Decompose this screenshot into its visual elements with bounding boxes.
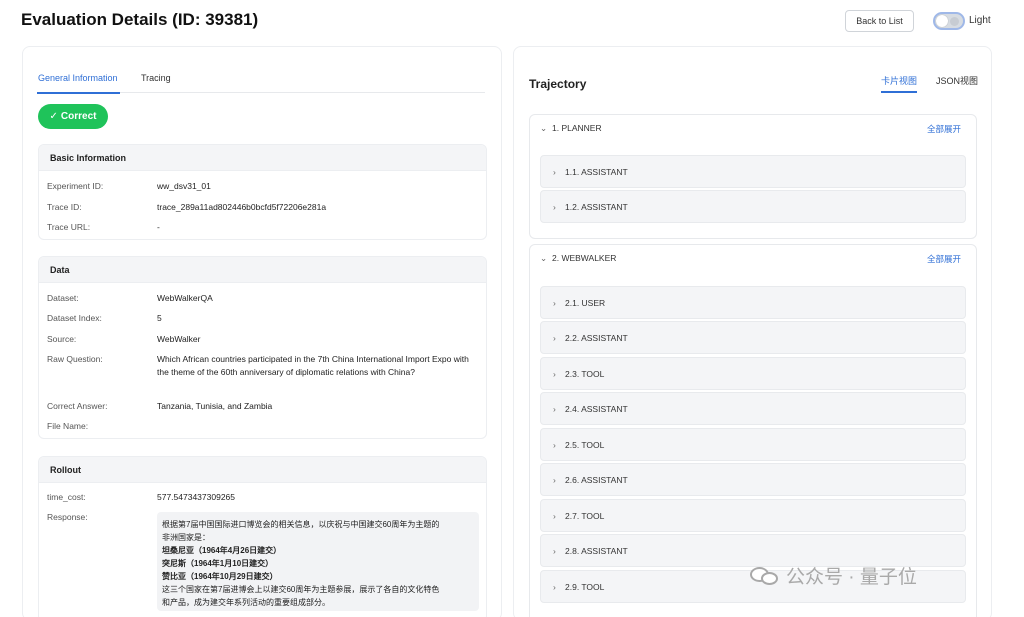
- rollout-card: Rollout time_cost: 577.5473437309265 Res…: [38, 456, 487, 617]
- step-label: 2.8. ASSISTANT: [565, 546, 628, 556]
- group-label: 1. PLANNER: [552, 123, 602, 133]
- theme-toggle[interactable]: [933, 12, 965, 30]
- tab-json-view[interactable]: JSON视图: [936, 74, 978, 87]
- trajectory-step[interactable]: › 2.5. TOOL: [540, 428, 966, 461]
- chevron-right-icon: ›: [553, 440, 556, 450]
- watermark: 公众号 · 量子位: [750, 562, 917, 589]
- group-header[interactable]: ⌄ 2. WEBWALKER: [540, 253, 616, 264]
- trajectory-step[interactable]: › 2.3. TOOL: [540, 357, 966, 390]
- check-icon: ✓: [49, 111, 58, 122]
- trajectory-step[interactable]: › 2.7. TOOL: [540, 499, 966, 532]
- time-cost-value: 577.5473437309265: [157, 492, 235, 502]
- field-label: Source:: [47, 334, 77, 344]
- step-label: 2.5. TOOL: [565, 440, 605, 450]
- trajectory-step[interactable]: › 1.1. ASSISTANT: [540, 155, 966, 188]
- response-line: 和产品，成为建交年系列活动的重要组成部分。: [162, 598, 330, 607]
- chevron-down-icon: ⌄: [540, 253, 548, 263]
- step-label: 2.3. TOOL: [565, 369, 605, 379]
- field-label: Dataset Index:: [47, 313, 102, 323]
- step-label: 1.2. ASSISTANT: [565, 202, 628, 212]
- detail-tabs: General Information Tracing: [37, 71, 485, 94]
- status-badge: ✓ Correct: [38, 104, 108, 129]
- trajectory-step[interactable]: › 2.6. ASSISTANT: [540, 463, 966, 496]
- response-line: 根据第7届中国国际进口博览会的相关信息，以庆祝与中国建交60周年为主题的: [162, 520, 440, 529]
- active-tab-indicator: [37, 92, 120, 94]
- step-label: 2.9. TOOL: [565, 582, 605, 592]
- chevron-right-icon: ›: [553, 333, 556, 343]
- dataset-index-value: 5: [157, 313, 162, 323]
- chevron-right-icon: ›: [553, 369, 556, 379]
- field-label: Experiment ID:: [47, 181, 104, 191]
- field-label: Response:: [47, 512, 88, 522]
- chevron-right-icon: ›: [553, 202, 556, 212]
- watermark-text: 公众号 · 量子位: [786, 567, 917, 588]
- card-title: Data: [39, 257, 486, 283]
- trajectory-step[interactable]: › 2.4. ASSISTANT: [540, 392, 966, 425]
- back-to-list-button[interactable]: Back to List: [845, 10, 914, 32]
- trajectory-step[interactable]: › 1.2. ASSISTANT: [540, 190, 966, 223]
- group-label: 2. WEBWALKER: [552, 253, 617, 263]
- tab-card-view[interactable]: 卡片视图: [881, 74, 917, 87]
- chevron-right-icon: ›: [553, 404, 556, 414]
- step-label: 1.1. ASSISTANT: [565, 167, 628, 177]
- field-label: File Name:: [47, 421, 89, 431]
- tab-general-information[interactable]: General Information: [38, 73, 118, 83]
- status-label: Correct: [60, 111, 97, 122]
- step-label: 2.4. ASSISTANT: [565, 404, 628, 414]
- field-label: Dataset:: [47, 293, 79, 303]
- raw-question-value: Which African countries participated in …: [157, 354, 469, 377]
- data-card: Data Dataset: WebWalkerQA Dataset Index:…: [38, 256, 487, 439]
- toggle-knob: [936, 15, 948, 27]
- source-value: WebWalker: [157, 334, 201, 344]
- response-line: 坦桑尼亚（1964年4月26日建交）: [162, 546, 282, 555]
- expand-all-link[interactable]: 全部展开: [927, 253, 961, 265]
- trajectory-step[interactable]: › 2.1. USER: [540, 286, 966, 319]
- trace-url-value: -: [157, 222, 160, 232]
- trace-id-value: trace_289a11ad802446b0bcfd5f72206e281a: [157, 202, 327, 212]
- experiment-id-value: ww_dsv31_01: [157, 181, 211, 191]
- chevron-right-icon: ›: [553, 167, 556, 177]
- step-label: 2.1. USER: [565, 298, 606, 308]
- response-line: 赞比亚（1964年10月29日建交）: [162, 572, 278, 581]
- wechat-icon: [750, 565, 780, 587]
- chevron-right-icon: ›: [553, 511, 556, 521]
- chevron-right-icon: ›: [553, 582, 556, 592]
- trajectory-title: Trajectory: [529, 77, 587, 91]
- field-label: Raw Question:: [47, 354, 103, 364]
- expand-all-link[interactable]: 全部展开: [927, 123, 961, 135]
- trajectory-step[interactable]: › 2.2. ASSISTANT: [540, 321, 966, 354]
- response-text: 根据第7届中国国际进口博览会的相关信息，以庆祝与中国建交60周年为主题的 非洲国…: [157, 512, 479, 611]
- correct-answer-value: Tanzania, Tunisia, and Zambia: [157, 401, 273, 411]
- chevron-right-icon: ›: [553, 298, 556, 308]
- card-title: Basic Information: [39, 145, 486, 171]
- basic-information-card: Basic Information Experiment ID: ww_dsv3…: [38, 144, 487, 240]
- field-label: Trace ID:: [47, 202, 82, 212]
- card-title: Rollout: [39, 457, 486, 483]
- response-line: 非洲国家是：: [162, 533, 210, 542]
- chevron-right-icon: ›: [553, 475, 556, 485]
- chevron-down-icon: ⌄: [540, 123, 548, 133]
- field-label: Correct Answer:: [47, 401, 108, 411]
- field-label: time_cost:: [47, 492, 86, 502]
- field-label: Trace URL:: [47, 222, 91, 232]
- theme-label: Light: [969, 15, 991, 26]
- response-line: 这三个国家在第7届进博会上以建交60周年为主题参展，展示了各自的文化特色: [162, 585, 440, 594]
- page-title: Evaluation Details (ID: 39381): [21, 10, 259, 29]
- step-label: 2.7. TOOL: [565, 511, 605, 521]
- step-label: 2.6. ASSISTANT: [565, 475, 628, 485]
- moon-icon: [950, 17, 959, 26]
- trajectory-panel: Trajectory 卡片视图 JSON视图 ⌄ 1. PLANNER 全部展开 …: [513, 46, 992, 617]
- top-bar: Evaluation Details (ID: 39381) Back to L…: [0, 0, 1024, 44]
- tab-tracing[interactable]: Tracing: [141, 73, 171, 83]
- details-panel: General Information Tracing ✓ Correct Ba…: [22, 46, 502, 617]
- trajectory-group-planner: ⌄ 1. PLANNER 全部展开 › 1.1. ASSISTANT › 1.2. A…: [529, 114, 977, 239]
- group-header[interactable]: ⌄ 1. PLANNER: [540, 123, 602, 134]
- chevron-right-icon: ›: [553, 546, 556, 556]
- active-view-indicator: [881, 91, 917, 93]
- step-label: 2.2. ASSISTANT: [565, 333, 628, 343]
- dataset-value: WebWalkerQA: [157, 293, 213, 303]
- response-line: 突尼斯（1964年1月10日建交）: [162, 559, 274, 568]
